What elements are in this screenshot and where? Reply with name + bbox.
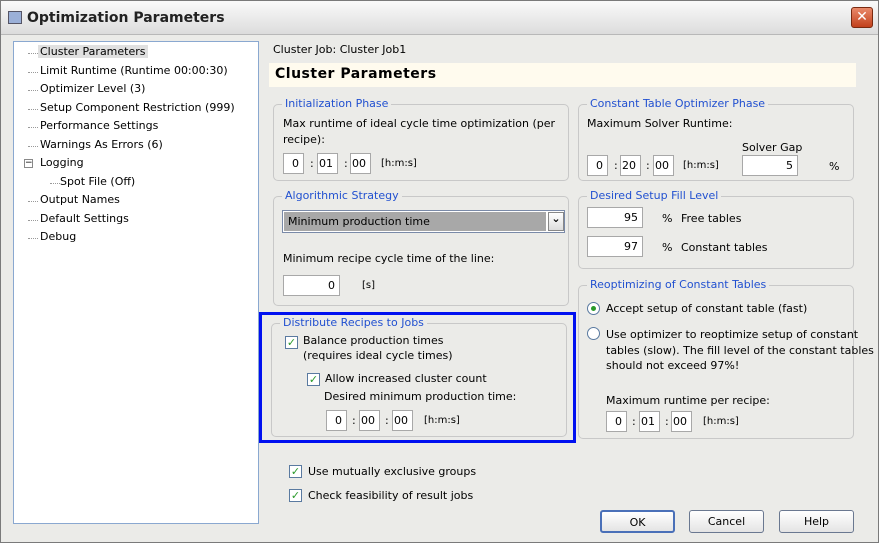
reopt-seconds-input[interactable]: 00	[671, 411, 692, 432]
distribute-recipes-group: Distribute Recipes to Jobs ✓ Balance pro…	[271, 316, 567, 437]
init-minutes-input[interactable]: 01	[317, 153, 338, 174]
title-bar: Optimization Parameters ✕	[1, 1, 878, 35]
group-label: Initialization Phase	[282, 97, 392, 110]
tree-item-default-settings[interactable]: Default Settings	[40, 212, 129, 225]
tree-item-limit-runtime[interactable]: Limit Runtime (Runtime 00:00:30)	[40, 64, 228, 77]
chevron-down-icon[interactable]: ⌄	[548, 212, 564, 231]
collapse-icon[interactable]: −	[24, 159, 33, 168]
close-button[interactable]: ✕	[851, 7, 873, 28]
colon: :	[352, 414, 356, 427]
balance-note: (requires ideal cycle times)	[303, 349, 453, 362]
desired-seconds-input[interactable]: 00	[392, 410, 413, 431]
check-feasibility-label: Check feasibility of result jobs	[308, 489, 474, 502]
reopt-minutes-input[interactable]: 01	[639, 411, 660, 432]
unit-label: [h:m:s]	[424, 415, 460, 426]
tree-item-spot-file[interactable]: Spot File (Off)	[60, 175, 135, 188]
accept-setup-label: Accept setup of constant table (fast)	[606, 302, 808, 315]
initialization-phase-group: Initialization Phase Max runtime of idea…	[273, 97, 569, 181]
ok-button[interactable]: OK	[600, 510, 675, 533]
strategy-dropdown[interactable]: Minimum production time ⌄	[282, 210, 565, 233]
solver-minutes-input[interactable]: 20	[620, 155, 641, 176]
group-label: Reoptimizing of Constant Tables	[587, 278, 770, 291]
tree-item-output-names[interactable]: Output Names	[40, 193, 120, 206]
max-runtime-label: Maximum runtime per recipe:	[606, 394, 770, 407]
colon: :	[310, 157, 314, 170]
min-cycle-label: Minimum recipe cycle time of the line:	[283, 252, 495, 265]
free-tables-input[interactable]: 95	[587, 207, 643, 228]
page-title: Cluster Parameters	[269, 63, 856, 87]
constant-tables-label: Constant tables	[681, 241, 768, 254]
unit-label: [h:m:s]	[683, 160, 719, 171]
tree-item-setup-component-restriction[interactable]: Setup Component Restriction (999)	[40, 101, 235, 114]
min-cycle-input[interactable]: 0	[283, 275, 340, 296]
balance-checkbox[interactable]: ✓	[285, 336, 298, 349]
reoptimizing-group: Reoptimizing of Constant Tables Accept s…	[578, 278, 874, 439]
init-description: Max runtime of ideal cycle time optimiza…	[283, 117, 556, 130]
reoptimize-warning: should not exceed 97%!	[606, 359, 740, 372]
optimization-parameters-dialog: Optimization Parameters ✕ Cluster Parame…	[0, 0, 879, 543]
app-icon	[8, 11, 22, 24]
colon: :	[665, 415, 669, 428]
constant-tables-input[interactable]: 97	[587, 236, 643, 257]
init-hours-input[interactable]: 0	[283, 153, 304, 174]
tree-item-performance-settings[interactable]: Performance Settings	[40, 119, 158, 132]
max-solver-label: Maximum Solver Runtime:	[587, 117, 733, 130]
mutex-groups-label: Use mutually exclusive groups	[308, 465, 477, 478]
colon: :	[614, 159, 618, 172]
cancel-button[interactable]: Cancel	[689, 510, 764, 533]
desired-minutes-input[interactable]: 00	[359, 410, 380, 431]
solver-hours-input[interactable]: 0	[587, 155, 608, 176]
colon: :	[646, 159, 650, 172]
balance-label: Balance production times	[303, 334, 444, 347]
group-label: Constant Table Optimizer Phase	[587, 97, 769, 110]
accept-setup-radio[interactable]	[587, 302, 600, 315]
free-tables-label: Free tables	[681, 212, 742, 225]
desired-hours-input[interactable]: 0	[326, 410, 347, 431]
reoptimize-label-cont: tables (slow). The fill level of the con…	[606, 344, 874, 357]
group-label: Algorithmic Strategy	[282, 189, 402, 202]
tree-item-optimizer-level[interactable]: Optimizer Level (3)	[40, 82, 145, 95]
help-button[interactable]: Help	[779, 510, 854, 533]
colon: :	[385, 414, 389, 427]
tree-item-debug[interactable]: Debug	[40, 230, 76, 243]
percent-label: %	[662, 241, 673, 254]
solver-seconds-input[interactable]: 00	[653, 155, 674, 176]
unit-label: [s]	[362, 280, 376, 291]
unit-label: [h:m:s]	[381, 158, 417, 169]
tree-item-cluster-parameters[interactable]: Cluster Parameters	[38, 45, 148, 58]
window-title: Optimization Parameters	[27, 10, 225, 26]
settings-tree: Cluster Parameters Limit Runtime (Runtim…	[13, 41, 259, 524]
group-label: Desired Setup Fill Level	[587, 189, 722, 202]
init-description-cont: recipe):	[283, 133, 325, 146]
solver-gap-input[interactable]: 5	[742, 155, 798, 176]
percent-label: %	[662, 212, 673, 225]
colon: :	[632, 415, 636, 428]
reoptimize-radio[interactable]	[587, 327, 600, 340]
cluster-job-label: Cluster Job: Cluster Job1	[273, 43, 407, 56]
setup-fill-level-group: Desired Setup Fill Level 95 % Free table…	[578, 189, 854, 269]
allow-increased-checkbox[interactable]: ✓	[307, 373, 320, 386]
group-label: Distribute Recipes to Jobs	[280, 316, 427, 329]
colon: :	[344, 157, 348, 170]
solver-gap-label: Solver Gap	[742, 141, 803, 154]
mutex-groups-checkbox[interactable]: ✓	[289, 465, 302, 478]
allow-increased-label: Allow increased cluster count	[325, 372, 487, 385]
tree-item-logging[interactable]: Logging	[40, 156, 84, 169]
constant-table-optimizer-group: Constant Table Optimizer Phase Maximum S…	[578, 97, 854, 181]
reopt-hours-input[interactable]: 0	[606, 411, 627, 432]
percent-label: %	[829, 160, 840, 173]
strategy-selected: Minimum production time	[284, 212, 546, 231]
check-feasibility-checkbox[interactable]: ✓	[289, 489, 302, 502]
algorithmic-strategy-group: Algorithmic Strategy Minimum production …	[273, 189, 569, 306]
tree-item-warnings-as-errors[interactable]: Warnings As Errors (6)	[40, 138, 163, 151]
reoptimize-label: Use optimizer to reoptimize setup of con…	[606, 328, 859, 341]
unit-label: [h:m:s]	[703, 416, 739, 427]
init-seconds-input[interactable]: 00	[350, 153, 371, 174]
desired-min-label: Desired minimum production time:	[324, 390, 517, 403]
